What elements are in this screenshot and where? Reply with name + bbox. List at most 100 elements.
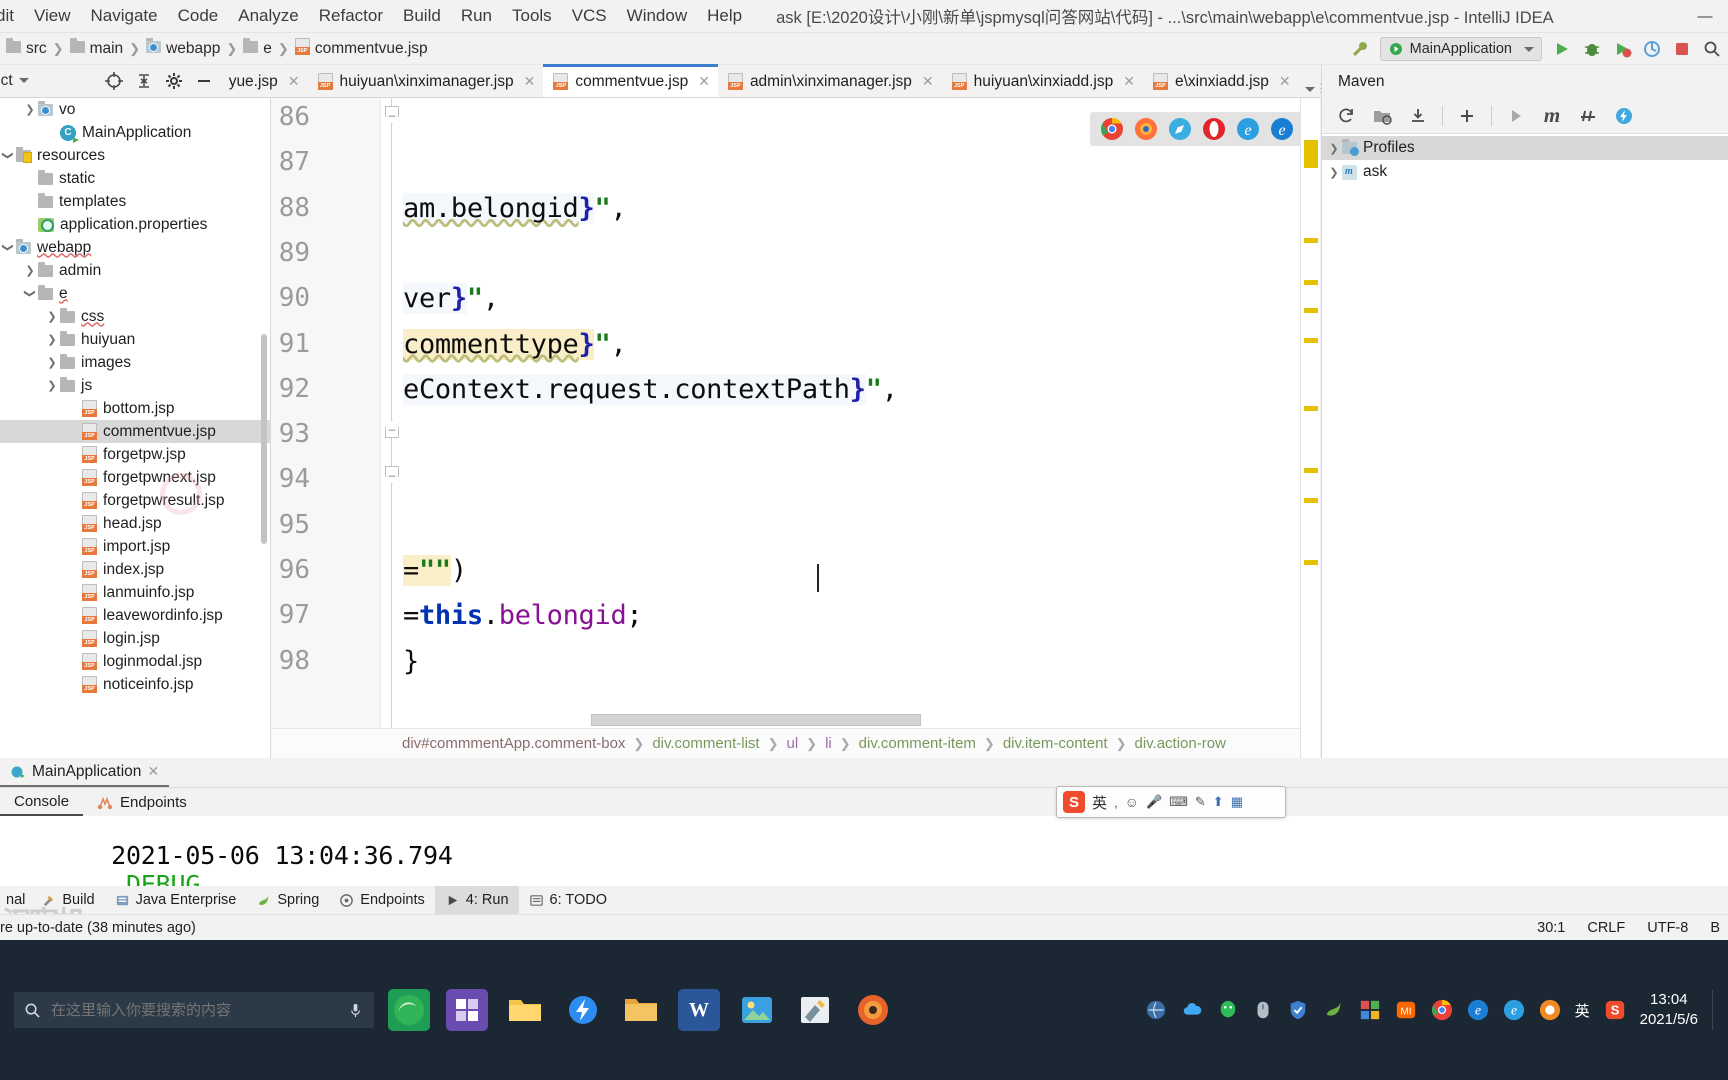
project-label[interactable]: ect bbox=[0, 72, 13, 90]
add-icon[interactable] bbox=[1451, 101, 1483, 131]
toolwin-run[interactable]: 4: Run bbox=[434, 886, 519, 914]
taskbar-search[interactable] bbox=[14, 992, 374, 1028]
tree-item-templates[interactable]: templates bbox=[0, 190, 270, 213]
maven-tree-item-ask[interactable]: ❯ m ask bbox=[1322, 160, 1728, 184]
breadcrumb-commentvue[interactable]: commentvue.jsp bbox=[315, 40, 428, 58]
breadcrumb-div-commmentApp[interactable]: div#commmentApp.comment-box bbox=[402, 735, 625, 752]
tree-item-application-properties[interactable]: application.properties bbox=[0, 213, 270, 236]
code-editor[interactable]: 86 87 88 89 90 91 92 93 94 95 96 97 98 – – – am.belo… bbox=[271, 98, 1320, 758]
chevron-right-icon[interactable]: ❯ bbox=[44, 310, 60, 323]
leaf-icon[interactable] bbox=[1323, 999, 1345, 1021]
chrome-icon[interactable] bbox=[1431, 999, 1453, 1021]
tree-item-images[interactable]: ❯ images bbox=[0, 351, 270, 374]
menu-item-window[interactable]: Window bbox=[617, 3, 697, 29]
app-purple-icon[interactable] bbox=[446, 989, 488, 1031]
warning-marker[interactable] bbox=[1304, 238, 1318, 243]
run-icon[interactable] bbox=[1500, 101, 1532, 131]
tree-item-js[interactable]: ❯ js bbox=[0, 374, 270, 397]
sogou-icon[interactable]: S bbox=[1063, 791, 1085, 813]
edge-icon[interactable] bbox=[388, 989, 430, 1031]
tree-item-index-jsp[interactable]: index.jsp bbox=[0, 558, 270, 581]
tab-huiyuan-xinximanager-jsp[interactable]: huiyuan\xinximanager.jsp ✕ bbox=[308, 66, 544, 97]
tree-item-noticeinfo-jsp[interactable]: noticeinfo.jsp bbox=[0, 673, 270, 696]
tab-e-xinxiadd-jsp[interactable]: e\xinxiadd.jsp ✕ bbox=[1143, 66, 1299, 97]
tree-item-resources[interactable]: ❯ resources bbox=[0, 144, 270, 167]
close-icon[interactable]: ✕ bbox=[1123, 73, 1135, 90]
close-icon[interactable]: ✕ bbox=[922, 73, 934, 90]
firefox-icon[interactable] bbox=[852, 989, 894, 1031]
menu-item-build[interactable]: Build bbox=[393, 3, 451, 29]
menu-item-tools[interactable]: Tools bbox=[502, 3, 562, 29]
warning-marker[interactable] bbox=[1304, 468, 1318, 473]
tab-admin-xinximanager-jsp[interactable]: admin\xinximanager.jsp ✕ bbox=[718, 66, 942, 97]
tree-item-static[interactable]: static bbox=[0, 167, 270, 190]
console-output[interactable]: 2021-05-06 13:04:36.794 DEBUG 12200 --- … bbox=[0, 816, 1728, 886]
folder-yellow-icon[interactable] bbox=[620, 989, 662, 1031]
warning-marker[interactable] bbox=[1304, 140, 1318, 168]
sogou-tray-icon[interactable]: S bbox=[1604, 999, 1626, 1021]
menu-item-code[interactable]: Code bbox=[168, 3, 229, 29]
warning-marker[interactable] bbox=[1304, 406, 1318, 411]
breadcrumb-div-comment-list[interactable]: div.comment-list bbox=[652, 735, 759, 752]
chevron-down-icon[interactable]: ❯ bbox=[2, 240, 15, 256]
toolwin-terminal-clipped[interactable]: nal bbox=[0, 892, 31, 908]
add-maven-project-icon[interactable] bbox=[1366, 101, 1398, 131]
close-icon[interactable]: ✕ bbox=[524, 73, 536, 90]
maven-tree-item-profiles[interactable]: ❯ Profiles bbox=[1322, 136, 1728, 160]
search-everywhere-icon[interactable] bbox=[1702, 39, 1722, 59]
breadcrumb-src[interactable]: src bbox=[26, 40, 47, 58]
toolwin-spring[interactable]: Spring bbox=[246, 886, 329, 914]
run-configuration-selector[interactable]: MainApplication bbox=[1379, 37, 1542, 61]
editor-horizontal-scrollbar[interactable] bbox=[591, 714, 921, 726]
code-line-97[interactable]: =this.belongid; bbox=[403, 600, 643, 631]
warning-marker[interactable] bbox=[1304, 338, 1318, 343]
warning-marker[interactable] bbox=[1304, 560, 1318, 565]
gear-icon[interactable] bbox=[159, 64, 189, 97]
emoji-icon[interactable]: ☺ bbox=[1125, 794, 1139, 810]
word-icon[interactable]: W bbox=[678, 989, 720, 1031]
locate-file-icon[interactable] bbox=[99, 64, 129, 97]
chevron-down-icon[interactable] bbox=[18, 78, 29, 83]
cloud-icon[interactable] bbox=[1181, 999, 1203, 1021]
chevron-right-icon[interactable]: ❯ bbox=[44, 379, 60, 392]
code-line-98[interactable]: } bbox=[403, 646, 419, 677]
file-explorer-icon[interactable] bbox=[504, 989, 546, 1031]
code-line-90[interactable]: ver}", bbox=[403, 283, 499, 315]
code-line-92[interactable]: eContext.request.contextPath}", bbox=[403, 373, 898, 405]
comma-icon[interactable]: , bbox=[1114, 795, 1118, 810]
taskbar-clock[interactable]: 13:04 2021/5/6 bbox=[1640, 990, 1698, 1031]
branch-indicator[interactable]: B bbox=[1710, 920, 1720, 936]
hide-icon[interactable] bbox=[189, 64, 219, 97]
toolwin-build[interactable]: Build bbox=[31, 886, 104, 914]
breadcrumb-e[interactable]: e bbox=[263, 40, 272, 58]
menu-item-run[interactable]: Run bbox=[451, 3, 502, 29]
tab-yue-jsp[interactable]: yue.jsp ✕ bbox=[219, 66, 308, 97]
photos-icon[interactable] bbox=[736, 989, 778, 1031]
chevron-right-icon[interactable]: ❯ bbox=[22, 264, 38, 277]
maven-project-tree[interactable]: ❯ Profiles ❯ m ask bbox=[1322, 134, 1728, 758]
ie-icon[interactable]: e bbox=[1467, 999, 1489, 1021]
tree-item-e[interactable]: ❯ e bbox=[0, 282, 270, 305]
line-separator[interactable]: CRLF bbox=[1587, 920, 1625, 936]
apps-icon[interactable]: ▦ bbox=[1231, 794, 1243, 810]
browser-preview-bar[interactable]: e e bbox=[1090, 112, 1304, 146]
breadcrumb-webapp[interactable]: webapp bbox=[166, 40, 220, 58]
code-line-88[interactable]: am.belongid}", bbox=[403, 192, 627, 224]
maven-tool-window[interactable]: Maven m ❯ Profiles ❯ m ask bbox=[1321, 65, 1728, 758]
tree-item-css[interactable]: ❯ css bbox=[0, 305, 270, 328]
project-scrollbar[interactable] bbox=[261, 334, 267, 544]
warning-marker[interactable] bbox=[1304, 308, 1318, 313]
file-encoding[interactable]: UTF-8 bbox=[1647, 920, 1688, 936]
profiler-icon[interactable] bbox=[1642, 39, 1662, 59]
execute-goal-icon[interactable] bbox=[1608, 101, 1640, 131]
breadcrumb-li[interactable]: li bbox=[825, 735, 832, 752]
subtab-console[interactable]: Console bbox=[0, 788, 84, 816]
code-folding-strip[interactable]: – – – bbox=[381, 98, 403, 758]
window-icon[interactable] bbox=[1359, 999, 1381, 1021]
toolwin-java-enterprise[interactable]: Java Enterprise bbox=[105, 886, 247, 914]
menu-item-navigate[interactable]: Navigate bbox=[81, 3, 168, 29]
tree-item-huiyuan[interactable]: ❯ huiyuan bbox=[0, 328, 270, 351]
thunder-icon[interactable] bbox=[562, 989, 604, 1031]
menu-item-vcs[interactable]: VCS bbox=[562, 3, 617, 29]
network-icon[interactable] bbox=[1145, 999, 1167, 1021]
